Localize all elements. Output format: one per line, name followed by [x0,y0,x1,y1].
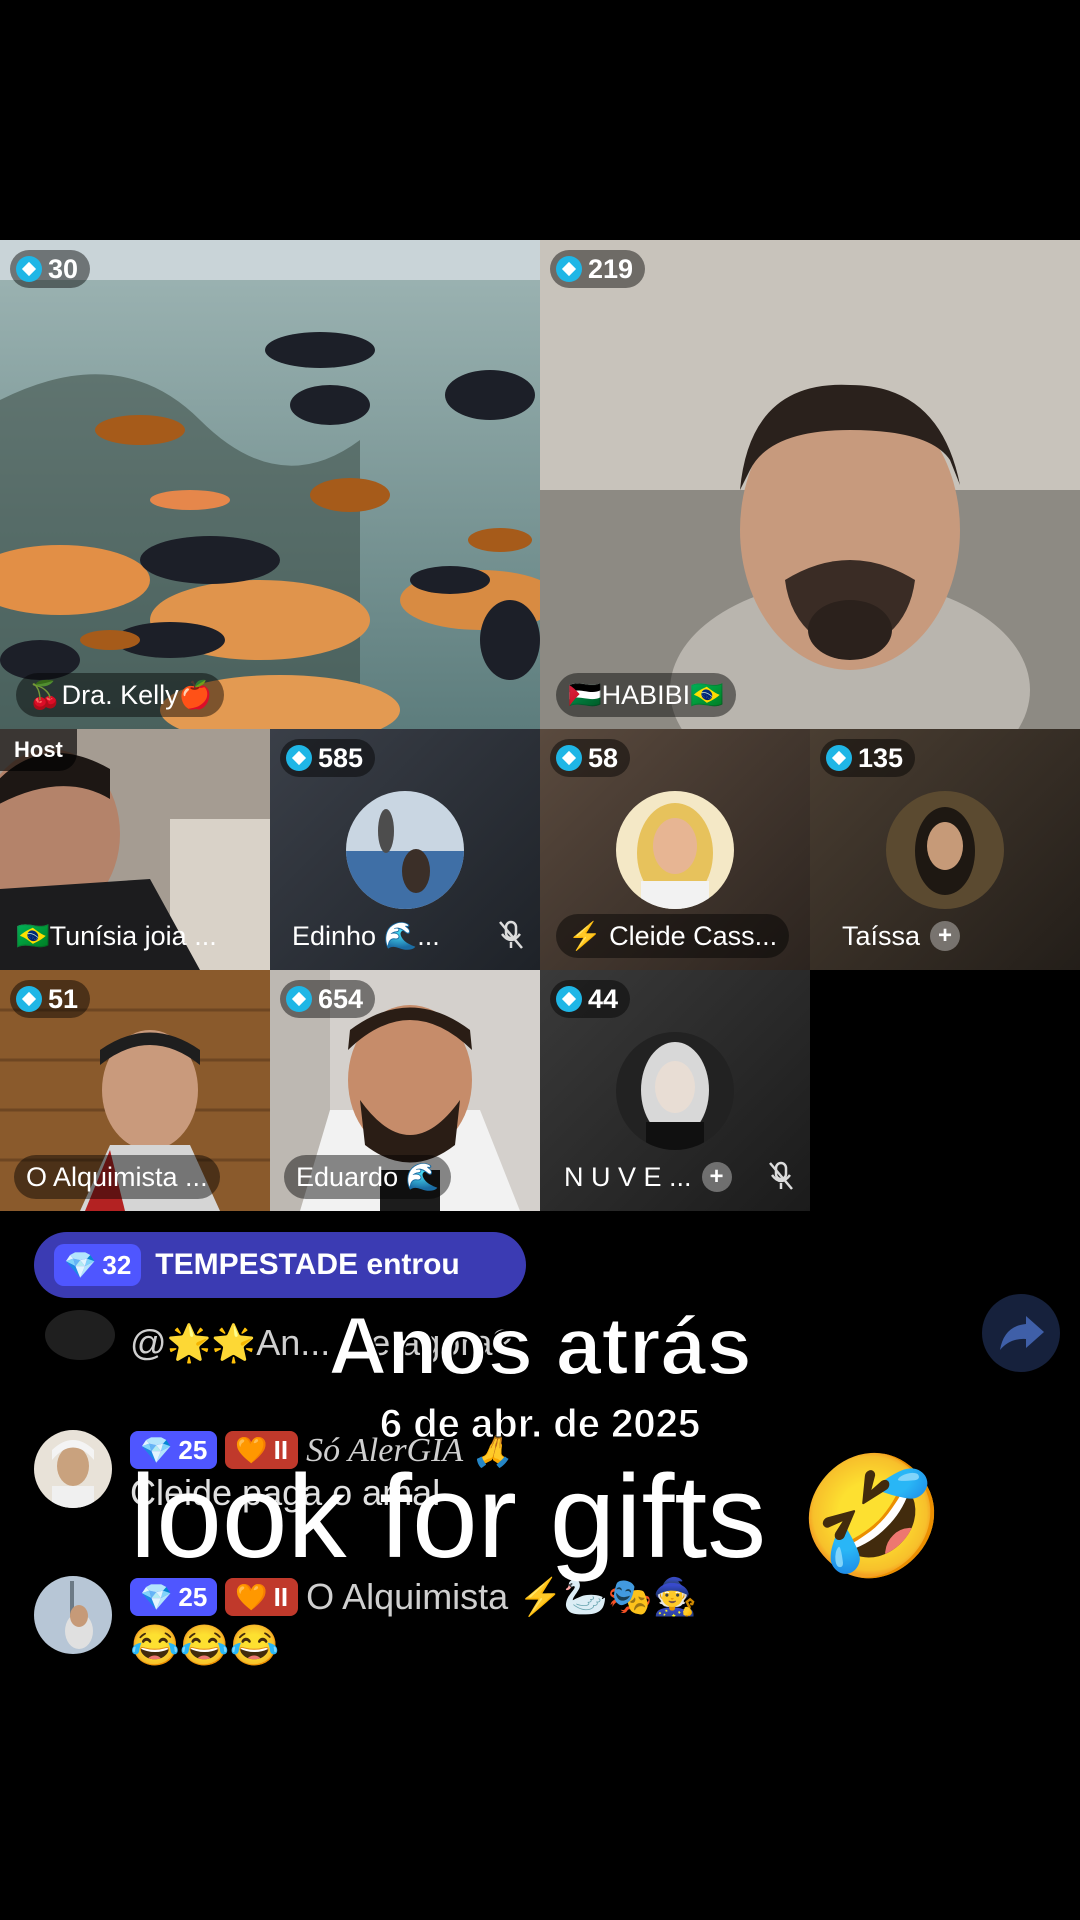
guest-name: Edinho 🌊... [292,921,440,951]
guest-name-row: Taíssa + [832,914,970,958]
avatar [346,791,464,909]
plus-icon[interactable]: + [701,1162,732,1192]
mic-muted-icon [769,1161,793,1190]
guest-tile-eduardo[interactable]: 654 Eduardo 🌊 [270,970,540,1211]
guest-name: Taíssa [842,920,921,951]
guest-tile-edinho[interactable]: 585 Edinho 🌊... [270,729,540,970]
guest-name: 🇵🇸HABIBI🇧🇷 [556,673,736,717]
video-grid: 30 🍒Dra. Kelly🍎 219 🇵🇸HABIBI🇧🇷 Host 🇧🇷Tu… [0,240,1080,1212]
diamond-icon [286,986,312,1012]
diamond-icon [556,745,582,771]
guest-name: 🍒Dra. Kelly🍎 [16,673,225,717]
guest-tile-dra-kelly[interactable]: 30 🍒Dra. Kelly🍎 [0,240,540,729]
viewer-count-badge: 51 [10,980,91,1018]
viewer-count-badge: 44 [550,980,631,1018]
avatar [886,791,1004,909]
avatar [616,791,734,909]
diamond-icon [556,986,582,1012]
join-text: TEMPESTADE entrou [155,1248,460,1281]
avatar [616,1032,734,1150]
viewer-count-badge: 135 [820,739,916,777]
memory-title: Anos atrás [327,1300,753,1393]
diamond-icon [286,745,312,771]
diamond-icon [556,256,582,282]
avatar [34,1576,112,1654]
viewer-count: 51 [48,983,79,1014]
heart-icon: 🧡 [235,1581,268,1612]
diamond-icon [16,986,42,1012]
guest-tile-taissa[interactable]: 135 Taíssa + [810,729,1080,970]
viewer-count-badge: 58 [550,739,631,777]
diamond-icon [826,745,852,771]
viewer-count: 30 [48,253,79,284]
video-frame-habibi [540,240,1080,729]
level-badge: 💎 32 [54,1244,142,1286]
guest-tile-habibi[interactable]: 219 🇵🇸HABIBI🇧🇷 [540,240,1080,729]
viewer-count-badge: 219 [550,250,646,288]
chat-text: 😂😂😂 [130,1624,280,1668]
mic-muted-icon [499,920,523,949]
gem-icon: 💎 [140,1581,173,1612]
viewer-count: 219 [588,253,634,284]
host-label: Host [0,729,77,771]
viewer-count: 44 [588,983,619,1014]
guest-name: N U V E ... [564,1161,692,1192]
memory-date: 6 de abr. de 2025 [379,1402,701,1447]
diamond-icon [16,256,42,282]
guest-name: O Alquimista ... [14,1155,220,1199]
host-tile[interactable]: Host 🇧🇷Tunísia joia ... [0,729,270,970]
aquarium-video-frame [0,240,540,729]
host-name: 🇧🇷Tunísia joia ... [16,921,217,951]
viewer-count: 585 [318,742,364,773]
guest-name: ⚡ Cleide Cass... [556,914,790,958]
video-caption: look for gifts 🤣 [130,1451,946,1583]
viewer-count-badge: 30 [10,250,91,288]
viewer-count-badge: 654 [280,980,376,1018]
guest-tile-nuve[interactable]: 44 N U V E ... + [540,970,810,1211]
guest-name: Eduardo 🌊 [284,1155,452,1199]
join-notification: 💎 32 TEMPESTADE entrou [34,1232,526,1298]
plus-icon[interactable]: + [930,921,961,951]
guest-tile-cleide[interactable]: 58 ⚡ Cleide Cass... [540,729,810,970]
viewer-count: 654 [318,983,364,1014]
guest-name-row: N U V E ... + [554,1155,742,1199]
viewer-count: 135 [858,742,904,773]
viewer-count-badge: 585 [280,739,376,777]
viewer-count: 58 [588,742,619,773]
gem-icon: 💎 [64,1249,97,1280]
guest-tile-alquimista[interactable]: 51 O Alquimista ... [0,970,270,1211]
